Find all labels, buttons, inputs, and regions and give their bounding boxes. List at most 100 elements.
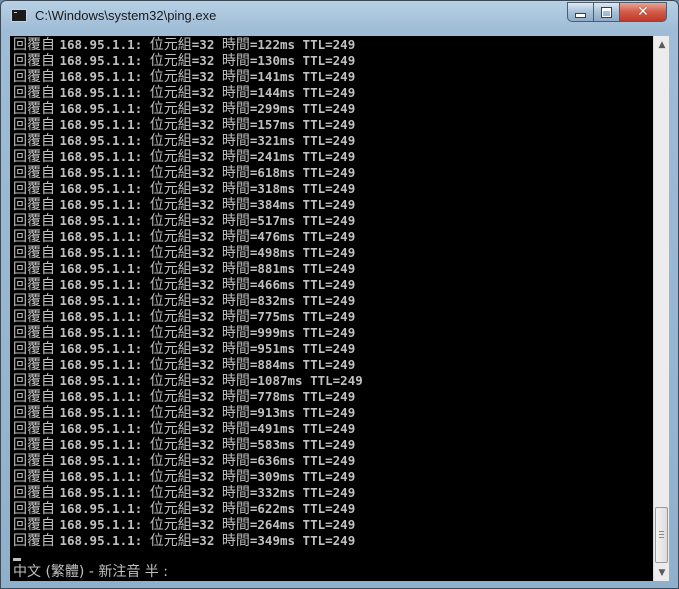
console-line-segment: 168.95.1.1: — [59, 341, 150, 356]
console-line-segment: 回覆自 — [13, 389, 60, 405]
console-line: 回覆自 168.95.1.1: 位元組=32 時間=241ms TTL=249 — [13, 149, 363, 165]
console-line-segment: 時間 — [221, 485, 250, 501]
console-line-segment: 回覆自 — [13, 197, 60, 213]
console-line-segment: 回覆自 — [13, 421, 60, 437]
console-line-segment: 位元組 — [149, 213, 192, 229]
console-line-segment: =349ms TTL=249 — [249, 533, 356, 548]
console-line-segment: 168.95.1.1: — [59, 421, 150, 436]
console-line-segment: =144ms TTL=249 — [249, 85, 356, 100]
console-line: 回覆自 168.95.1.1: 位元組=32 時間=884ms TTL=249 — [13, 357, 363, 373]
console-line-segment: =32 — [191, 85, 222, 100]
console-line-segment: 168.95.1.1: — [59, 485, 150, 500]
console-line-segment: 位元組 — [149, 357, 192, 373]
console-line: 回覆自 168.95.1.1: 位元組=32 時間=881ms TTL=249 — [13, 261, 363, 277]
console-line-segment: 回覆自 — [13, 453, 60, 469]
console-line-segment: =32 — [191, 37, 222, 52]
console-line-segment: =913ms TTL=249 — [249, 405, 356, 420]
console-line-segment: =32 — [191, 293, 222, 308]
console-line-segment: 168.95.1.1: — [59, 133, 150, 148]
console-line-segment: =32 — [191, 533, 222, 548]
console-line-segment: =32 — [191, 405, 222, 420]
console-line-segment: 168.95.1.1: — [59, 85, 150, 100]
console-line-segment: =775ms TTL=249 — [249, 309, 356, 324]
console-line-segment: 時間 — [221, 37, 250, 53]
console-line-segment: =32 — [191, 373, 222, 388]
console-line-segment: =318ms TTL=249 — [249, 181, 356, 196]
console-line-segment: 回覆自 — [13, 85, 60, 101]
console-line-segment: 位元組 — [149, 453, 192, 469]
scroll-up-arrow-icon[interactable]: ▲ — [654, 36, 670, 53]
console-line-segment: =622ms TTL=249 — [249, 501, 356, 516]
console-line-segment: 168.95.1.1: — [59, 69, 150, 84]
console-line-segment: =32 — [191, 165, 222, 180]
console-line-segment: =32 — [191, 197, 222, 212]
console-line: 回覆自 168.95.1.1: 位元組=32 時間=583ms TTL=249 — [13, 437, 363, 453]
console-line-segment: 168.95.1.1: — [59, 197, 150, 212]
console-line-segment: =32 — [191, 149, 222, 164]
console-line-segment: =466ms TTL=249 — [249, 277, 356, 292]
console-line-segment: =241ms TTL=249 — [249, 149, 356, 164]
console-line-segment: =130ms TTL=249 — [249, 53, 356, 68]
console-output[interactable]: 回覆自 168.95.1.1: 位元組=32 時間=122ms TTL=249 回… — [10, 36, 653, 581]
console-line-segment: 時間 — [221, 85, 250, 101]
console-line-segment: =881ms TTL=249 — [249, 261, 356, 276]
console-line-segment: =32 — [191, 309, 222, 324]
vertical-scrollbar[interactable]: ▲ ▼ — [653, 36, 669, 581]
console-line-segment: 回覆自 — [13, 373, 60, 389]
console-line-segment: =999ms TTL=249 — [249, 325, 356, 340]
console-line-segment: 位元組 — [149, 245, 192, 261]
console-line-segment: 168.95.1.1: — [59, 373, 150, 388]
minimize-button[interactable] — [567, 2, 594, 22]
console-line-segment: =32 — [191, 133, 222, 148]
console-line: 回覆自 168.95.1.1: 位元組=32 時間=321ms TTL=249 — [13, 133, 363, 149]
console-line: 回覆自 168.95.1.1: 位元組=32 時間=349ms TTL=249 — [13, 533, 363, 549]
console-line-segment: 回覆自 — [13, 117, 60, 133]
console-line-segment: 168.95.1.1: — [59, 245, 150, 260]
console-line-segment: 時間 — [221, 101, 250, 117]
console-line-segment: 回覆自 — [13, 533, 60, 549]
console-line-segment: 168.95.1.1: — [59, 389, 150, 404]
console-line-segment: 168.95.1.1: — [59, 453, 150, 468]
console-icon[interactable] — [11, 9, 27, 22]
console-line: 回覆自 168.95.1.1: 位元組=32 時間=517ms TTL=249 — [13, 213, 363, 229]
title-bar[interactable]: C:\Windows\system32\ping.exe ✕ — [1, 1, 678, 31]
console-line-segment: =122ms TTL=249 — [249, 37, 356, 52]
console-line-segment: 回覆自 — [13, 229, 60, 245]
console-line-segment: =32 — [191, 453, 222, 468]
console-line-segment: 168.95.1.1: — [59, 325, 150, 340]
console-line-segment: 位元組 — [149, 485, 192, 501]
console-line-segment: 位元組 — [149, 501, 192, 517]
console-line-segment: 時間 — [221, 325, 250, 341]
console-line: 回覆自 168.95.1.1: 位元組=32 時間=913ms TTL=249 — [13, 405, 363, 421]
console-line-segment: 位元組 — [149, 533, 192, 549]
console-line-segment: 時間 — [221, 69, 250, 85]
console-line-segment: 時間 — [221, 405, 250, 421]
close-button[interactable]: ✕ — [619, 2, 667, 22]
console-line-segment: =32 — [191, 357, 222, 372]
console-line-segment: 回覆自 — [13, 501, 60, 517]
console-line-segment: =32 — [191, 213, 222, 228]
console-line: 回覆自 168.95.1.1: 位元組=32 時間=384ms TTL=249 — [13, 197, 363, 213]
console-line-segment: 168.95.1.1: — [59, 165, 150, 180]
scroll-down-arrow-icon[interactable]: ▼ — [654, 564, 670, 581]
console-line-segment: 回覆自 — [13, 405, 60, 421]
console-line-segment: 168.95.1.1: — [59, 533, 150, 548]
console-line-segment: 位元組 — [149, 229, 192, 245]
console-line-segment: =157ms TTL=249 — [249, 117, 356, 132]
console-line: 回覆自 168.95.1.1: 位元組=32 時間=775ms TTL=249 — [13, 309, 363, 325]
console-line: 回覆自 168.95.1.1: 位元組=32 時間=332ms TTL=249 — [13, 485, 363, 501]
thumb-grip-line — [659, 531, 664, 532]
console-line-segment: =517ms TTL=249 — [249, 213, 356, 228]
scroll-thumb[interactable] — [655, 507, 668, 563]
console-line-segment: =32 — [191, 501, 222, 516]
console-line-segment: 回覆自 — [13, 293, 60, 309]
console-line-segment: =32 — [191, 485, 222, 500]
maximize-button[interactable] — [593, 2, 620, 22]
console-line-segment: =264ms TTL=249 — [249, 517, 356, 532]
console-line-segment: 回覆自 — [13, 341, 60, 357]
console-line-segment: 時間 — [221, 293, 250, 309]
console-line-segment: 回覆自 — [13, 149, 60, 165]
console-line: 回覆自 168.95.1.1: 位元組=32 時間=1087ms TTL=249 — [13, 373, 363, 389]
console-line-segment: =32 — [191, 389, 222, 404]
console-line-segment: 時間 — [221, 357, 250, 373]
